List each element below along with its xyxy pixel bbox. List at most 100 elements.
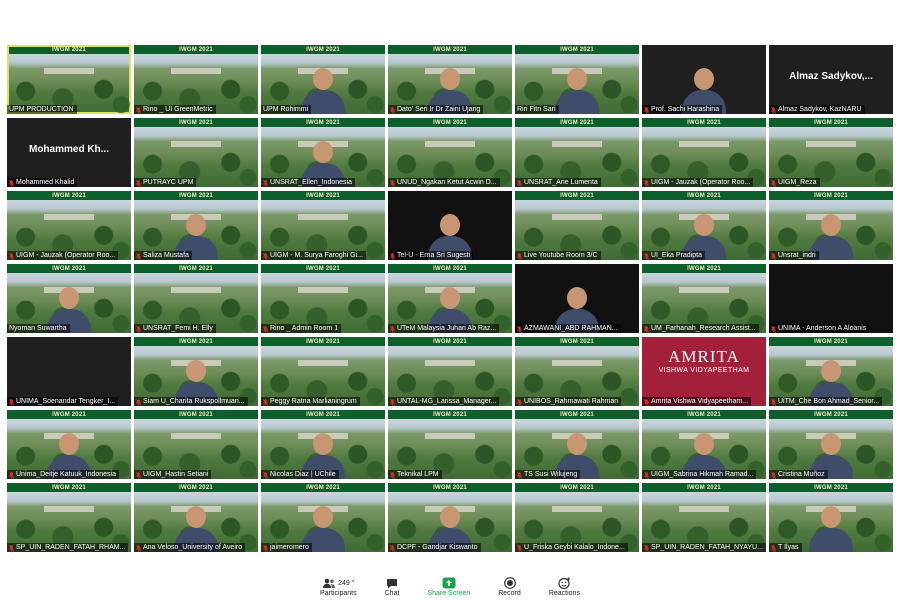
campus-building (425, 360, 475, 366)
participant-name-label: Saliza Mustafa (134, 251, 192, 260)
participant-tile[interactable]: IWGM 2021 UIGM - Jauzak (Operator Roo... (7, 191, 131, 260)
participant-tile[interactable]: IWGM 2021 SP_UIN_RADEN_FATAH_RHAM... (7, 483, 131, 552)
participant-tile[interactable]: IWGM 2021 Unsrat_indri (769, 191, 893, 260)
participant-tile[interactable]: IWGM 2021 Rino _ Admin Room 1 (261, 264, 385, 333)
participant-name-label: Prof. Sachi Harashina (642, 105, 723, 114)
participant-tile[interactable]: IWGM 2021 UNUD_Ngakan Ketut Acwin D... (388, 118, 512, 187)
participant-tile[interactable]: IWGM 2021 UNSRAT_Ellen_Indonesia (261, 118, 385, 187)
participant-tile[interactable]: IWGM 2021 UiTM_Che Bon Ahmad_Senior... (769, 337, 893, 406)
muted-mic-icon (390, 252, 395, 260)
participant-name-label: UI_Eka Pradipta (642, 251, 705, 260)
participant-gallery: IWGM 2021 UPM PRODUCTION IWGM 2021 Rino _ U… (7, 45, 893, 555)
participant-tile[interactable]: UNIMA_Soenandar Tengker_I... (7, 337, 131, 406)
zoom-meeting-window: IWGM 2021 UPM PRODUCTION IWGM 2021 Rino _ U… (0, 0, 900, 600)
participant-name: Prof. Sachi Harashina (651, 106, 720, 113)
participant-name-label: Unima_Deitje Katuuk_Indonesia (7, 470, 120, 479)
participant-tile[interactable]: Almaz Sadykov,... Almaz Sadykov, KazNARU (769, 45, 893, 114)
participant-tile[interactable]: IWGM 2021 DCPF - Gandjar Kiswanto (388, 483, 512, 552)
participant-tile[interactable]: IWGM 2021 TS Susi Wilujeng (515, 410, 639, 479)
participant-tile[interactable]: Tel-U - Erna Sri Sugesti (388, 191, 512, 260)
participant-head (567, 287, 587, 309)
participant-name: UiTM_Che Bon Ahmad_Senior... (778, 398, 880, 405)
participant-display-name: Almaz Sadykov,... (789, 71, 873, 82)
participant-tile[interactable]: IWGM 2021 UIGM - M. Surya Faroghi Gi... (261, 191, 385, 260)
participant-tile[interactable]: IWGM 2021 Dato' Seri Ir Dr Zaini Ujang (388, 45, 512, 114)
participant-tile[interactable]: IWGM 2021 Peggy Ratna Marlianingrum (261, 337, 385, 406)
record-label: Record (498, 590, 521, 597)
share-screen-button[interactable]: Share Screen (427, 576, 470, 600)
muted-mic-icon (644, 179, 649, 187)
participant-tile[interactable]: IWGM 2021 PUTRAYC UPM (134, 118, 258, 187)
event-banner: IWGM 2021 (306, 119, 340, 126)
event-banner: IWGM 2021 (179, 192, 213, 199)
participant-tile[interactable]: AMRITA VISHWA VIDYAPEETHAM Amrita Vishwa V… (642, 337, 766, 406)
record-button[interactable]: Record (498, 576, 521, 600)
meeting-toolbar: 249 ^ Participants Chat Share Screen Rec… (0, 566, 900, 600)
participants-button[interactable]: 249 ^ Participants (320, 576, 357, 600)
participant-name-label: UPM PRODUCTION (7, 105, 77, 114)
participant-head (313, 68, 333, 90)
participant-tile[interactable]: IWGM 2021 jaimeromero (261, 483, 385, 552)
participant-tile[interactable]: IWGM 2021 Unima_Deitje Katuuk_Indonesia (7, 410, 131, 479)
participant-tile[interactable]: IWGM 2021 UIGM_Sabrina Hikmah Ramad... (642, 410, 766, 479)
chevron-up-icon[interactable]: ^ (352, 580, 355, 586)
participant-tile[interactable]: AZMAWANI_ABD RAHMAN... (515, 264, 639, 333)
muted-mic-icon (517, 179, 522, 187)
participant-tile[interactable]: IWGM 2021 Rino _ UI GreenMetric (134, 45, 258, 114)
participant-tile[interactable]: IWGM 2021 Ana Veloso_University of Aveiro (134, 483, 258, 552)
event-banner: IWGM 2021 (306, 484, 340, 491)
muted-mic-icon (644, 544, 649, 552)
participant-name-label: Rino _ UI GreenMetric (134, 105, 216, 114)
muted-mic-icon (263, 179, 268, 187)
participant-tile[interactable]: IWGM 2021 Siam U_Charita Rukspollmuan... (134, 337, 258, 406)
participant-tile[interactable]: IWGM 2021 UPM PRODUCTION (7, 45, 131, 114)
muted-mic-icon (136, 325, 141, 333)
participant-tile[interactable]: IWGM 2021 U_Friska Geybi Kalalo_Indone... (515, 483, 639, 552)
participant-tile[interactable]: IWGM 2021 Saliza Mustafa (134, 191, 258, 260)
participant-tile[interactable]: Prof. Sachi Harashina (642, 45, 766, 114)
participant-tile[interactable]: IWGM 2021 Riri Fitri Sari (515, 45, 639, 114)
share-screen-icon (442, 576, 456, 590)
participant-tile[interactable]: IWGM 2021 UIGM_Reza (769, 118, 893, 187)
participant-body (555, 90, 599, 114)
participant-tile[interactable]: IWGM 2021 UNSRAT_Arie Lumenta (515, 118, 639, 187)
participant-tile[interactable]: IWGM 2021 UIGM_Hastin Setiani (134, 410, 258, 479)
participant-tile[interactable]: IWGM 2021 Nyoman Suwartha (7, 264, 131, 333)
muted-mic-icon (771, 471, 776, 479)
campus-building (298, 360, 348, 366)
participant-name: UTeM Malaysia Juhari Ab Raz... (397, 325, 497, 332)
participant-tile[interactable]: IWGM 2021 UNTAL-MG_Larissa_Manager... (388, 337, 512, 406)
participant-tile[interactable]: IWGM 2021 UNIBOS_Rahmawati Rahman (515, 337, 639, 406)
participant-tile[interactable]: IWGM 2021 UTeM Malaysia Juhari Ab Raz... (388, 264, 512, 333)
participant-name: DCPF - Gandjar Kiswanto (397, 544, 478, 551)
participant-tile[interactable]: IWGM 2021 UI_Eka Pradipta (642, 191, 766, 260)
participant-tile[interactable]: IWGM 2021 UIGM - Jauzak (Operator Roo... (642, 118, 766, 187)
participant-name-label: PUTRAYC UPM (134, 178, 197, 187)
participant-tile[interactable]: IWGM 2021 Teknikal LPM (388, 410, 512, 479)
muted-mic-icon (136, 106, 141, 114)
participant-tile[interactable]: IWGM 2021 SP_UIN_RADEN_FATAH_NYAYU... (642, 483, 766, 552)
participant-tile[interactable]: Mohammed Kh... Mohammed Khalid (7, 118, 131, 187)
participant-tile[interactable]: IWGM 2021 Live Youtube Room 3/C (515, 191, 639, 260)
event-banner: IWGM 2021 (179, 484, 213, 491)
participant-name: Tel-U - Erna Sri Sugesti (397, 252, 471, 259)
participant-tile[interactable]: IWGM 2021 UPM Rohimmi (261, 45, 385, 114)
participant-tile[interactable]: IWGM 2021 Nicolas Diaz | UChile (261, 410, 385, 479)
participant-tile[interactable]: IWGM 2021 UNSRAT_Femi H. Elly (134, 264, 258, 333)
participant-name-label: Riri Fitri Sari (515, 105, 559, 114)
participant-name-label: UiTM_Che Bon Ahmad_Senior... (769, 397, 883, 406)
chat-button[interactable]: Chat (385, 576, 399, 600)
participants-count: 249 (338, 579, 350, 587)
muted-mic-icon (517, 398, 522, 406)
participant-tile[interactable]: IWGM 2021 UM_Farhanah_Research Assist... (642, 264, 766, 333)
reactions-button[interactable]: Reactions (549, 576, 580, 600)
participant-head (440, 214, 460, 236)
participant-name: Amrita Vishwa Vidyapeetham... (651, 398, 749, 405)
event-banner: IWGM 2021 (52, 192, 86, 199)
participant-name: TS Susi Wilujeng (524, 471, 578, 478)
participant-tile[interactable]: UNIMA - Anderson A Aloanis (769, 264, 893, 333)
participant-tile[interactable]: IWGM 2021 T Ilyas (769, 483, 893, 552)
participant-tile[interactable]: IWGM 2021 Cristina Muñoz (769, 410, 893, 479)
event-banner: IWGM 2021 (306, 338, 340, 345)
participant-name-label: DCPF - Gandjar Kiswanto (388, 543, 481, 552)
